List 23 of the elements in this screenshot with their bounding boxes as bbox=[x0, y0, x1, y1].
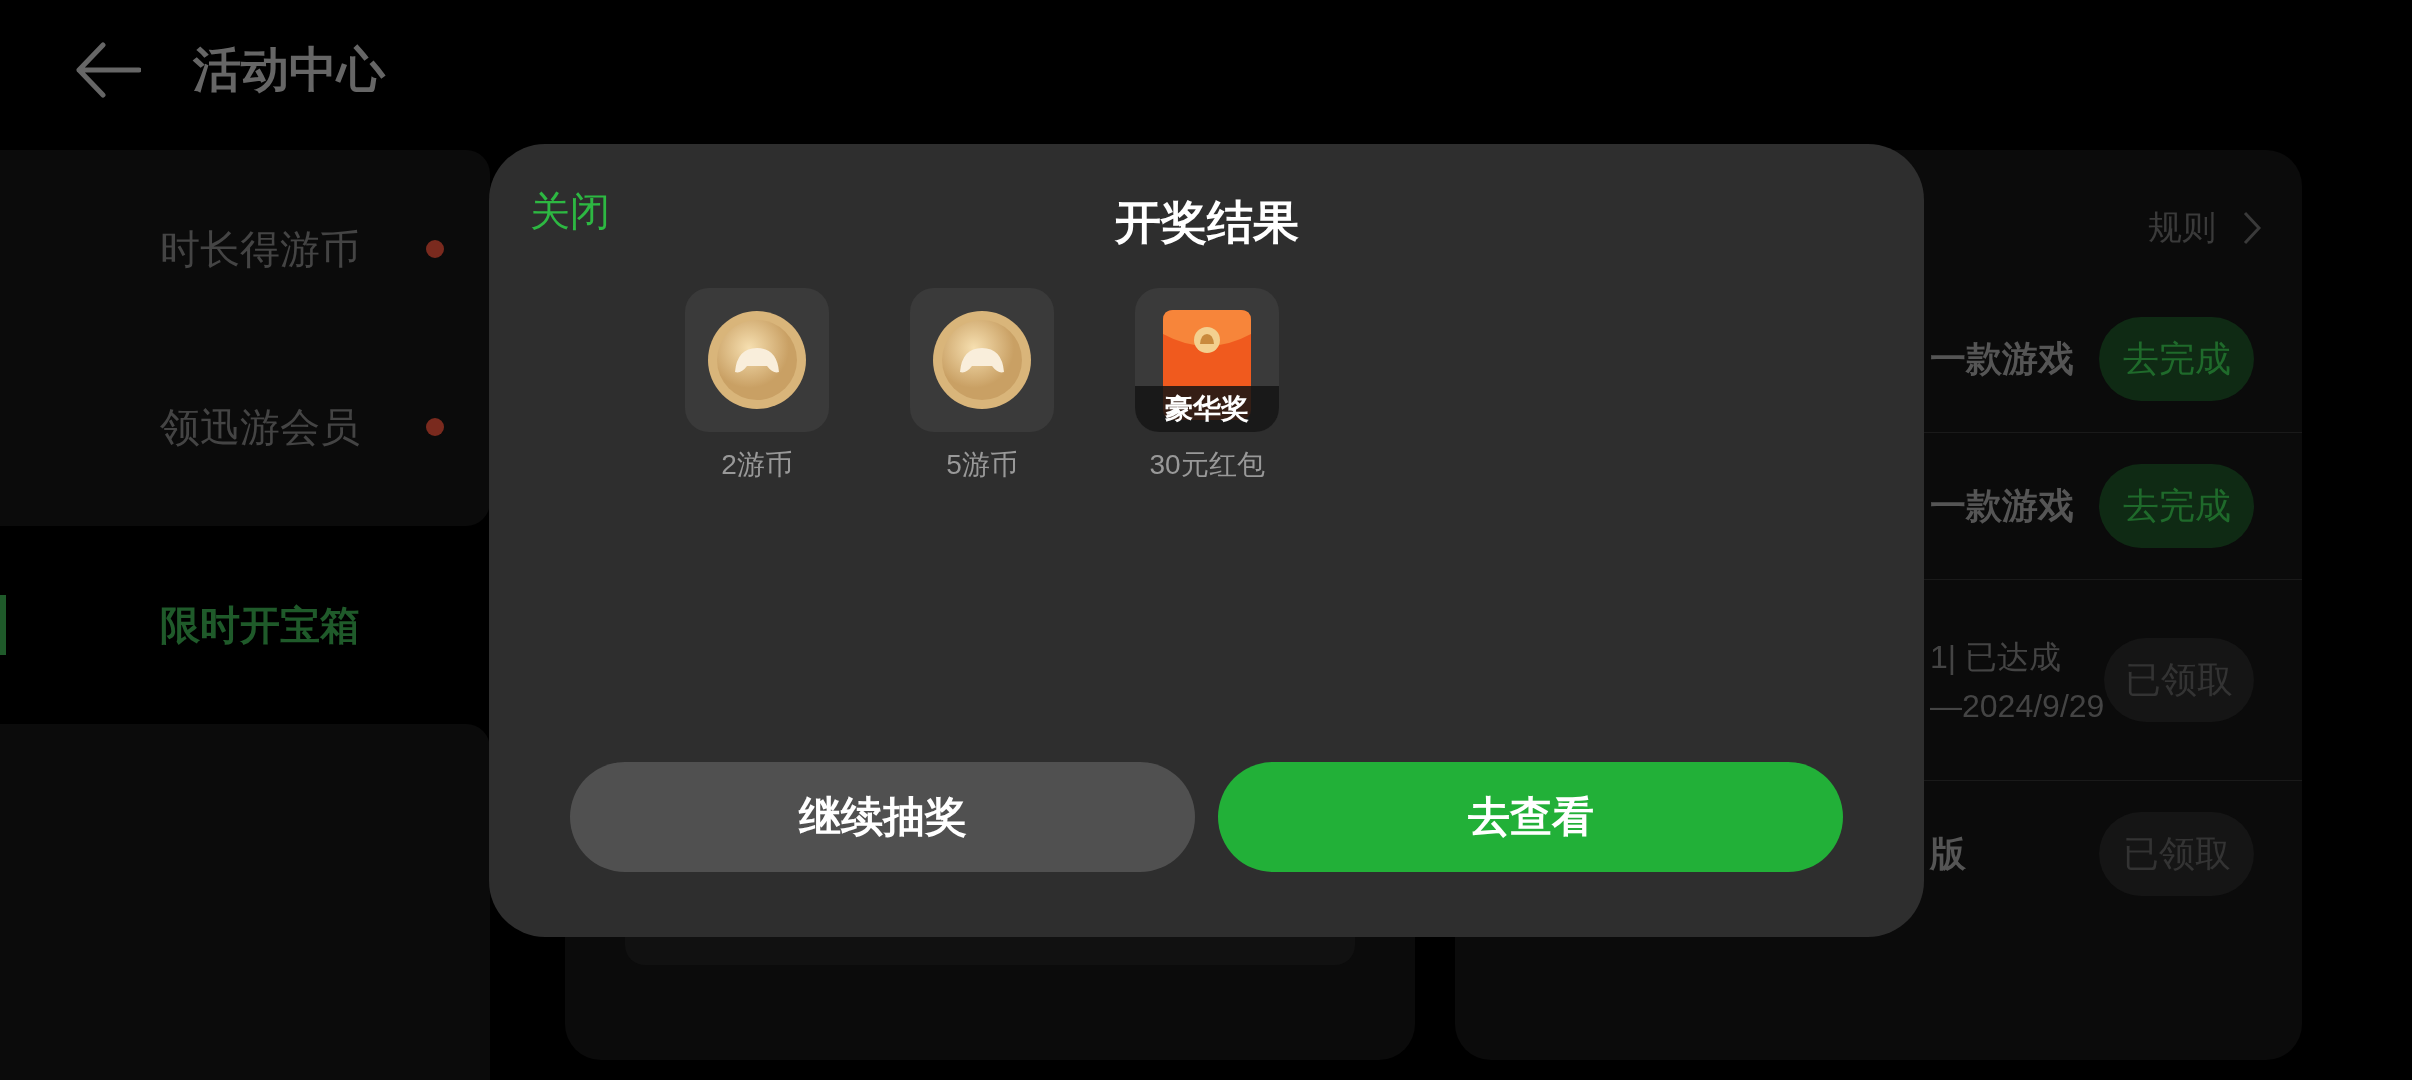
coin-icon bbox=[932, 310, 1032, 410]
sidebar-item[interactable]: 领迅游会员 bbox=[0, 338, 490, 516]
sidebar-item[interactable]: 限时开宝箱 bbox=[0, 536, 490, 714]
page-title: 活动中心 bbox=[193, 42, 385, 98]
task-detail: 1| 已达成 bbox=[1930, 637, 2062, 677]
task-title: 一款游戏 bbox=[1930, 336, 2074, 381]
task-title: 版 bbox=[1930, 831, 1966, 876]
sidebar-item[interactable]: 时长得游币 bbox=[0, 160, 490, 338]
dialog-title: 开奖结果 bbox=[1114, 195, 1299, 250]
continue-draw-button[interactable]: 继续抽奖 bbox=[570, 762, 1195, 872]
prize-tag: 豪华奖 bbox=[1135, 386, 1279, 432]
selection-indicator bbox=[0, 595, 6, 655]
task-action-button[interactable]: 去完成 bbox=[2099, 464, 2254, 548]
task-detail: —2024/9/29 bbox=[1930, 687, 2105, 725]
back-arrow-icon[interactable] bbox=[75, 42, 141, 98]
coin-icon bbox=[707, 310, 807, 410]
task-title: 一款游戏 bbox=[1930, 483, 2074, 528]
prize-label: 2游币 bbox=[721, 448, 793, 482]
prize-label: 30元红包 bbox=[1149, 448, 1265, 482]
task-action-button[interactable]: 去完成 bbox=[2099, 317, 2254, 401]
close-link[interactable]: 关闭 bbox=[530, 184, 610, 239]
view-button[interactable]: 去查看 bbox=[1218, 762, 1843, 872]
prize-label: 5游币 bbox=[946, 448, 1018, 482]
